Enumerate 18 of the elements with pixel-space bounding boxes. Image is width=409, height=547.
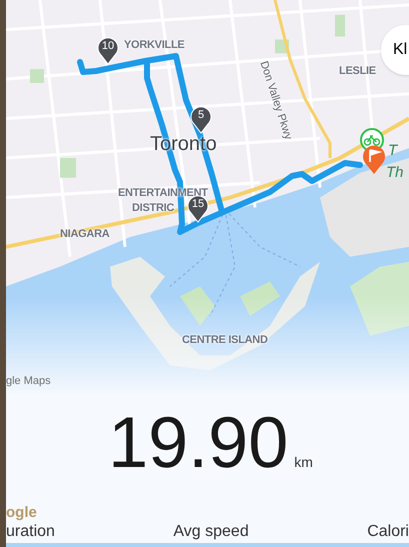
map-pin[interactable]: 10: [97, 37, 119, 65]
flag-pin-icon: [362, 145, 386, 175]
map-pin[interactable]: 15: [187, 195, 209, 223]
map-label: T: [388, 143, 398, 158]
google-logo: ogle: [6, 505, 37, 520]
map-label: DISTRIC: [132, 203, 174, 214]
stat-label: Calori: [367, 522, 409, 542]
distance-value: 19.90: [108, 407, 288, 479]
map-label: Th: [386, 165, 404, 180]
stat-label: uration: [6, 522, 55, 542]
stat-label: Avg speed: [173, 522, 249, 542]
map-attribution: gle Maps: [6, 374, 51, 389]
map-pin[interactable]: 5: [190, 106, 212, 134]
map-label: CENTRE ISLAND: [182, 335, 268, 346]
distance-unit: km: [294, 453, 313, 472]
map-label: LESLIE: [339, 66, 376, 77]
map-label: YORKVILLE: [124, 40, 184, 51]
map-label: Don Valley Pkwy: [258, 60, 294, 142]
